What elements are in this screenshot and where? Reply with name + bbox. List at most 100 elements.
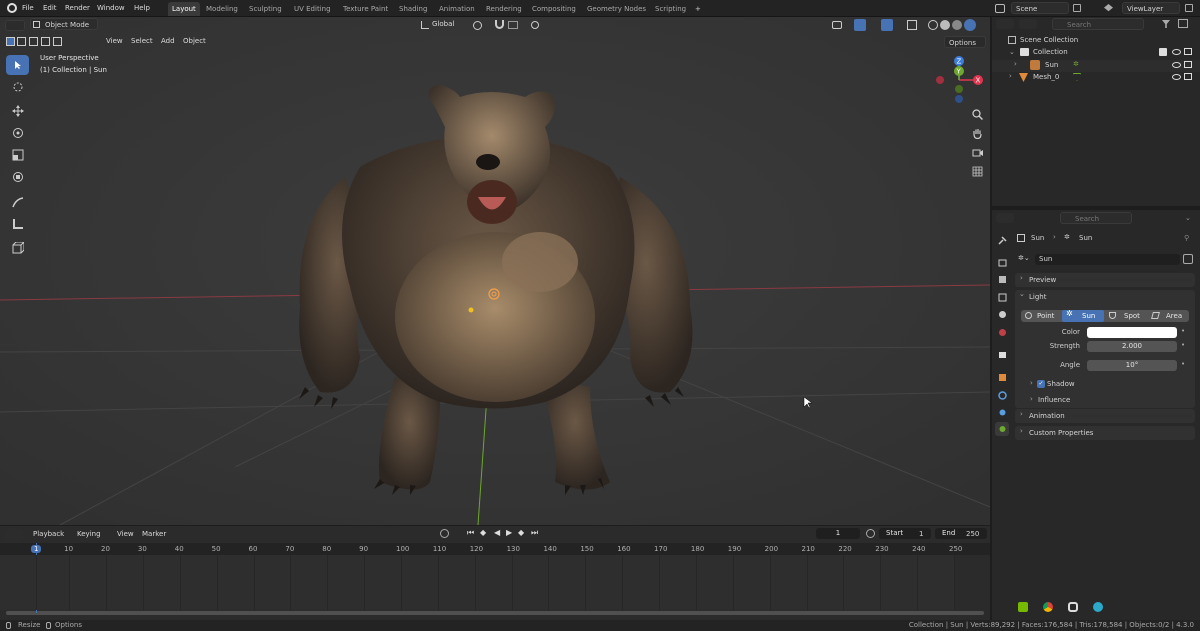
properties-options-icon[interactable]: ⌄: [1185, 214, 1191, 222]
annotate-tool-icon[interactable]: [6, 192, 29, 212]
sun-render-camera-icon[interactable]: [1184, 61, 1192, 68]
shadow-checkbox[interactable]: ✓: [1037, 380, 1045, 388]
collection-row[interactable]: ⌄ Collection: [992, 47, 1200, 59]
mesh-expand-icon[interactable]: ›: [1009, 72, 1012, 80]
object-tab-icon[interactable]: [995, 370, 1009, 384]
menu-add[interactable]: Add: [161, 37, 175, 45]
pin-icon[interactable]: ⚲: [1184, 234, 1189, 242]
preview-panel-header[interactable]: Preview: [1015, 273, 1195, 287]
view-layer-icon[interactable]: [1104, 4, 1113, 12]
add-cube-tool-icon[interactable]: [6, 238, 29, 258]
measure-tool-icon[interactable]: [6, 214, 29, 234]
properties-editor-icon[interactable]: [996, 213, 1014, 223]
outliner-editor-icon[interactable]: [996, 19, 1014, 29]
menu-file[interactable]: File: [22, 4, 34, 12]
menu-select[interactable]: Select: [131, 37, 153, 45]
physics-tab-icon[interactable]: [995, 388, 1009, 402]
jump-start-icon[interactable]: ⏮: [467, 528, 474, 538]
select-box-tool-icon[interactable]: [6, 55, 29, 75]
tab-modeling[interactable]: Modeling: [202, 2, 242, 16]
timeline-scrollbar[interactable]: [6, 611, 984, 615]
custom-properties-panel-header[interactable]: Custom Properties: [1015, 426, 1195, 440]
next-keyframe-icon[interactable]: ◆: [518, 528, 524, 537]
fake-user-shield-icon[interactable]: [1183, 254, 1193, 264]
visibility-selectability-icon[interactable]: [832, 21, 842, 29]
play-reverse-icon[interactable]: ◀: [494, 528, 500, 537]
timeline-editor-icon[interactable]: [5, 529, 23, 540]
light-datablock-icon[interactable]: ✲⌄: [1018, 254, 1030, 262]
new-collection-icon[interactable]: [1178, 19, 1188, 28]
output-tab-icon[interactable]: [995, 272, 1009, 286]
timeline-menu-keying[interactable]: Keying: [77, 530, 101, 538]
camera-view-icon[interactable]: [968, 143, 986, 161]
select-mode-subtract-icon[interactable]: [29, 37, 38, 46]
xray-toggle-icon[interactable]: [907, 20, 917, 30]
transform-tool-icon[interactable]: [6, 167, 29, 187]
proportional-edit-icon[interactable]: [531, 21, 539, 29]
scene-selector[interactable]: Scene: [1011, 2, 1069, 14]
color-keyframe-dot-icon[interactable]: •: [1181, 327, 1185, 335]
outliner-item-mesh[interactable]: › Mesh_0: [992, 72, 1200, 84]
light-panel-header[interactable]: Light: [1015, 290, 1195, 304]
shading-solid-icon[interactable]: [940, 20, 950, 30]
transform-orientation-dropdown[interactable]: Global: [432, 20, 454, 28]
prev-keyframe-icon[interactable]: ◆: [480, 528, 486, 537]
scene-options-icon[interactable]: [1073, 4, 1081, 12]
timeline-menu-marker[interactable]: Marker: [142, 530, 166, 538]
collection-expand-icon[interactable]: ⌄: [1009, 48, 1015, 56]
scene-collection-row[interactable]: Scene Collection: [992, 35, 1200, 47]
timeline-menu-view[interactable]: View: [117, 530, 134, 538]
tab-shading[interactable]: Shading: [395, 2, 431, 16]
chrome-tray-icon[interactable]: [1043, 602, 1053, 612]
overlay-toggle-icon[interactable]: [881, 19, 893, 31]
scene-icon[interactable]: [995, 4, 1005, 13]
menu-view[interactable]: View: [106, 37, 123, 45]
shading-wireframe-icon[interactable]: [928, 20, 938, 30]
pan-hand-icon[interactable]: [968, 124, 986, 142]
shadow-label[interactable]: Shadow: [1047, 380, 1075, 388]
scale-tool-icon[interactable]: [6, 145, 29, 165]
timeline-panel[interactable]: Playback Keying View Marker ⏮ ◆ ◀ ▶ ◆ ⏭ …: [0, 526, 990, 620]
render-tab-icon[interactable]: [995, 255, 1009, 269]
tool-tab-icon[interactable]: [995, 233, 1009, 247]
timeline-menu-playback[interactable]: Playback: [33, 530, 64, 538]
collection-render-camera-icon[interactable]: [1184, 48, 1192, 55]
tab-uv-editing[interactable]: UV Editing: [290, 2, 335, 16]
view-layer-tab-icon[interactable]: [995, 290, 1009, 304]
select-mode-invert-icon[interactable]: [41, 37, 50, 46]
tab-rendering[interactable]: Rendering: [482, 2, 526, 16]
collection-checkbox[interactable]: [1159, 48, 1167, 56]
menu-render[interactable]: Render: [65, 4, 90, 12]
tab-sculpting[interactable]: Sculpting: [245, 2, 286, 16]
outliner-search-input[interactable]: Search: [1052, 18, 1144, 30]
constraints-tab-icon[interactable]: [995, 405, 1009, 419]
light-color-swatch[interactable]: [1087, 327, 1177, 338]
gizmo-toggle-icon[interactable]: [854, 19, 866, 31]
mesh-render-camera-icon[interactable]: [1184, 73, 1192, 80]
mode-selector[interactable]: Object Mode: [30, 18, 98, 30]
edge-tray-icon[interactable]: [1093, 602, 1103, 612]
menu-window[interactable]: Window: [97, 4, 125, 12]
sync-tray-icon[interactable]: [1068, 602, 1078, 612]
strength-field[interactable]: 2.000: [1087, 341, 1177, 352]
jump-end-icon[interactable]: ⏭: [531, 528, 538, 538]
snap-magnet-icon[interactable]: [495, 20, 504, 29]
sun-visibility-eye-icon[interactable]: [1172, 62, 1181, 68]
collection-tab-icon[interactable]: [995, 347, 1009, 361]
tab-layout[interactable]: Layout: [168, 2, 200, 16]
strength-keyframe-dot-icon[interactable]: •: [1181, 341, 1185, 349]
blender-logo-icon[interactable]: [7, 3, 17, 13]
navigation-gizmo[interactable]: Z X Y: [930, 53, 990, 108]
collection-visibility-eye-icon[interactable]: [1172, 49, 1181, 55]
select-mode-extend-icon[interactable]: [17, 37, 26, 46]
ortho-grid-icon[interactable]: [968, 162, 986, 180]
sun-expand-icon[interactable]: ›: [1014, 60, 1017, 68]
3d-viewport[interactable]: User Perspective (1) Collection | Sun Z …: [0, 17, 990, 525]
scene-tab-icon[interactable]: [995, 307, 1009, 321]
display-mode-icon[interactable]: [1019, 19, 1037, 29]
tab-scripting[interactable]: Scripting: [651, 2, 690, 16]
tab-texture-paint[interactable]: Texture Paint: [339, 2, 392, 16]
angle-field[interactable]: 10°: [1087, 360, 1177, 371]
tab-compositing[interactable]: Compositing: [528, 2, 580, 16]
angle-keyframe-dot-icon[interactable]: •: [1181, 360, 1185, 368]
